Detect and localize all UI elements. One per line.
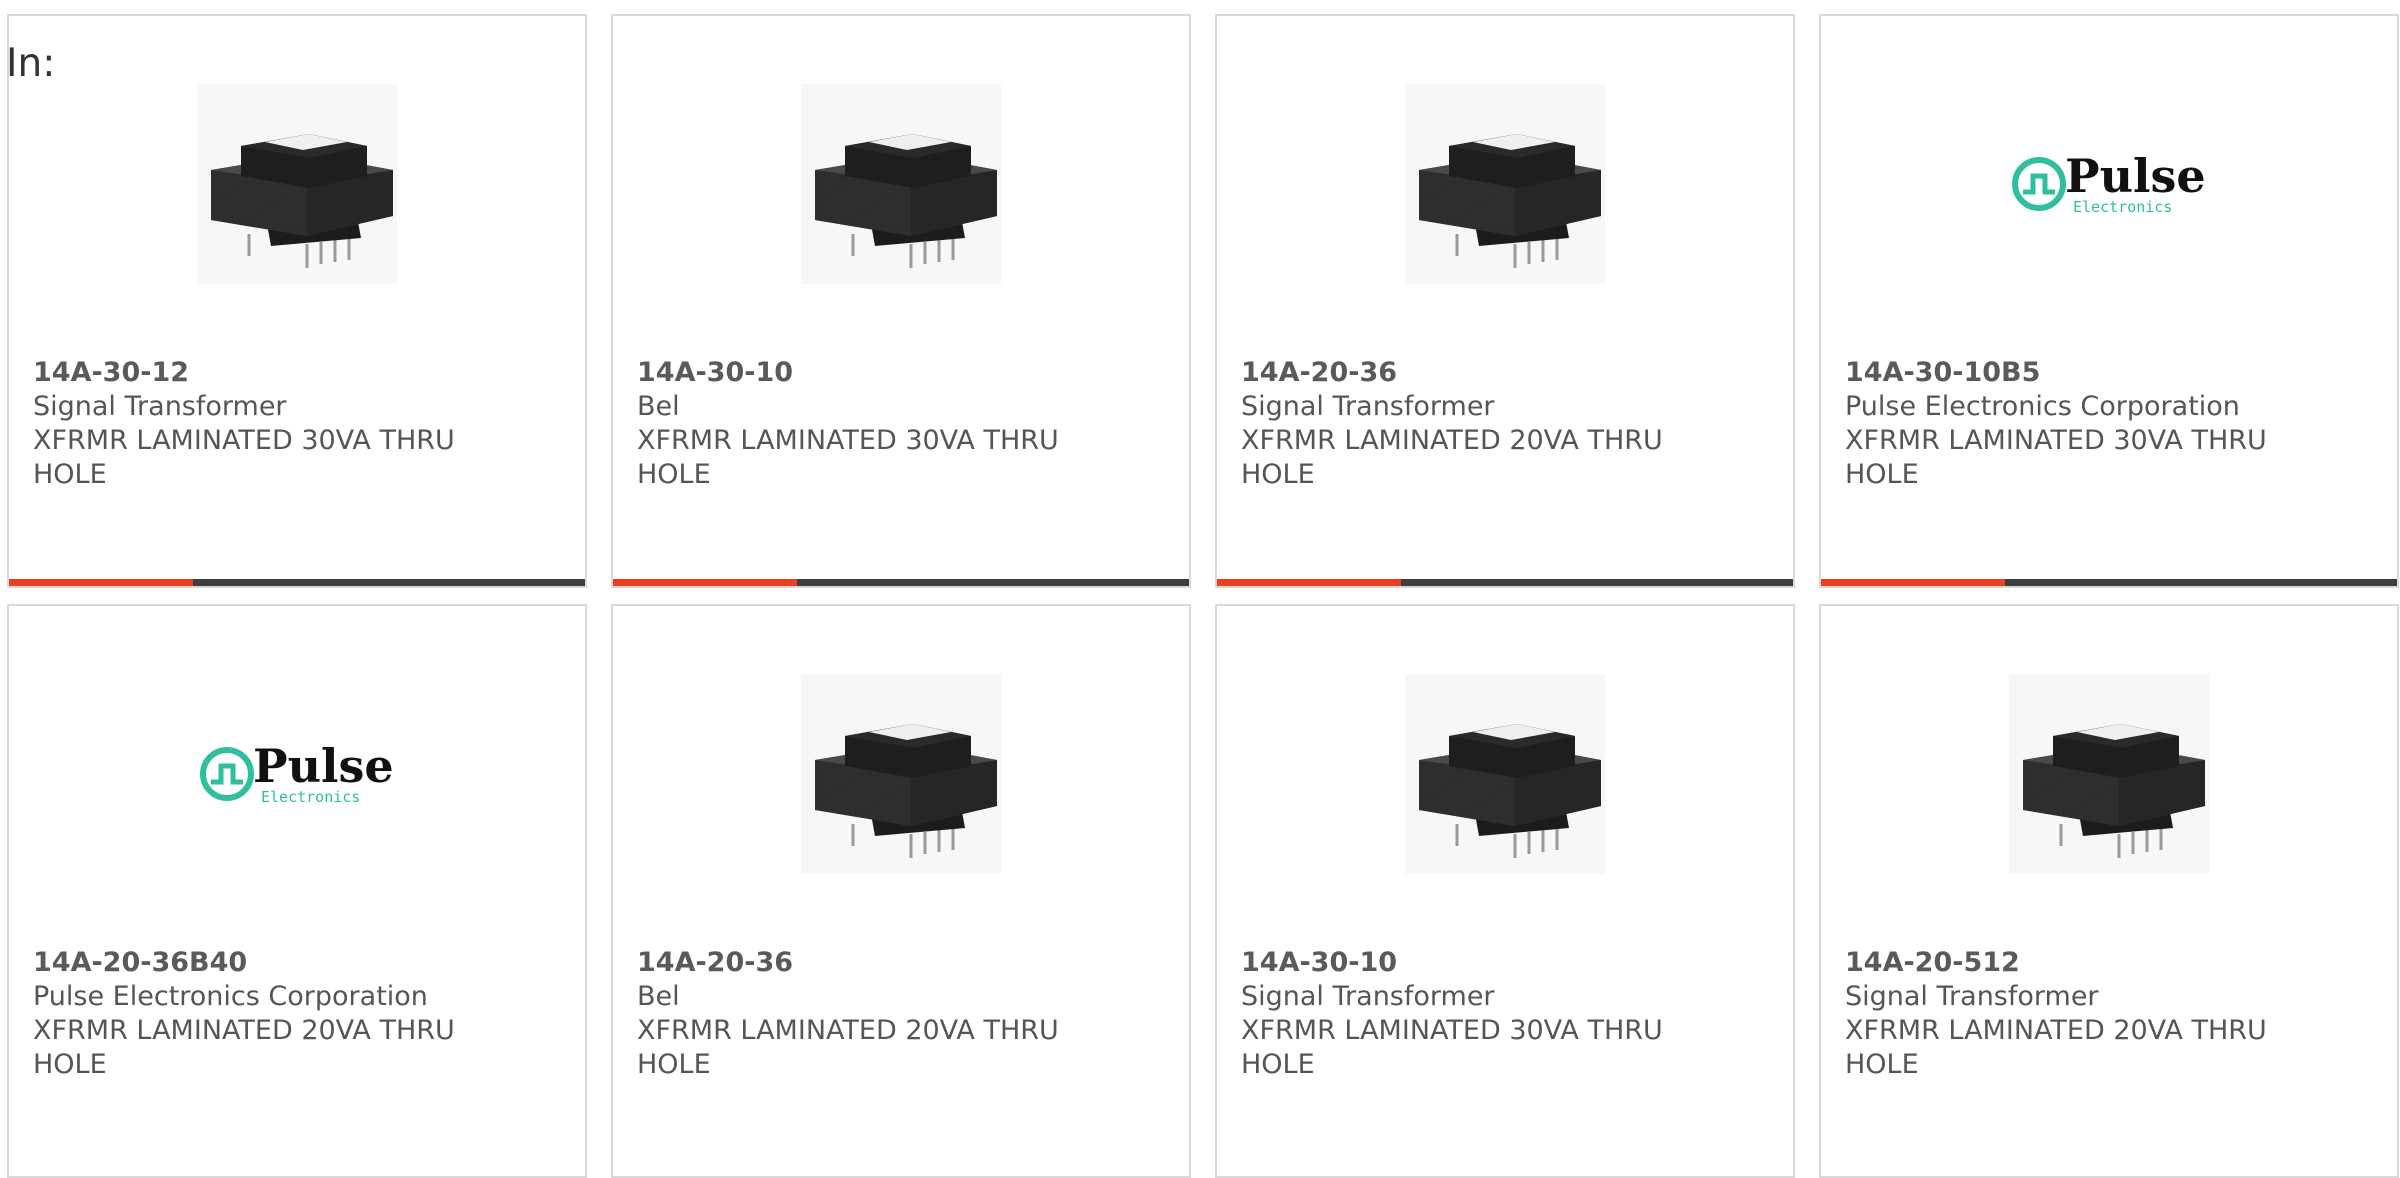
manufacturer: Bel bbox=[637, 981, 680, 1012]
pulse-electronics-logo[interactable]: Pulse Electronics bbox=[2009, 84, 2209, 284]
manufacturer: Pulse Electronics Corporation bbox=[1845, 391, 2240, 422]
product-description: XFRMR LAMINATED 20VA THRU HOLE bbox=[1845, 1015, 2267, 1080]
transformer-image[interactable] bbox=[801, 674, 1001, 874]
svg-text:Electronics: Electronics bbox=[261, 788, 360, 806]
card-progress-bar bbox=[613, 579, 1189, 586]
product-card[interactable]: 14A-20-36 Signal Transformer XFRMR LAMINAT… bbox=[1215, 14, 1795, 588]
product-info: 14A-20-36 Bel XFRMR LAMINATED 20VA THRU HO… bbox=[637, 946, 1165, 1082]
manufacturer: Pulse Electronics Corporation bbox=[33, 981, 428, 1012]
card-progress-bar bbox=[1217, 579, 1793, 586]
part-number[interactable]: 14A-20-36 bbox=[1241, 356, 1769, 390]
card-progress-fill bbox=[1217, 579, 1402, 586]
product-info: 14A-20-36B40 Pulse Electronics Corporatio… bbox=[33, 946, 561, 1082]
product-info: 14A-20-512 Signal Transformer XFRMR LAMINA… bbox=[1845, 946, 2373, 1082]
product-info: 14A-30-10B5 Pulse Electronics Corporation… bbox=[1845, 356, 2373, 492]
transformer-image[interactable] bbox=[197, 84, 397, 284]
card-progress-fill bbox=[1821, 579, 2006, 586]
product-card[interactable]: Pulse Electronics 14A-20-36B40 Pulse Elec… bbox=[7, 604, 587, 1178]
product-description: XFRMR LAMINATED 30VA THRU HOLE bbox=[33, 425, 455, 490]
card-progress-fill bbox=[9, 579, 194, 586]
product-info: 14A-30-10 Signal Transformer XFRMR LAMINAT… bbox=[1241, 946, 1769, 1082]
product-info: 14A-30-12 Signal Transformer XFRMR LAMINAT… bbox=[33, 356, 561, 492]
filter-label: In: bbox=[6, 41, 56, 86]
product-description: XFRMR LAMINATED 30VA THRU HOLE bbox=[1241, 1015, 1663, 1080]
product-card[interactable]: 14A-20-512 Signal Transformer XFRMR LAMINA… bbox=[1819, 604, 2399, 1178]
product-info: 14A-20-36 Signal Transformer XFRMR LAMINAT… bbox=[1241, 356, 1769, 492]
product-description: XFRMR LAMINATED 30VA THRU HOLE bbox=[1845, 425, 2267, 490]
svg-text:Pulse: Pulse bbox=[2065, 149, 2206, 203]
manufacturer: Bel bbox=[637, 391, 680, 422]
product-description: XFRMR LAMINATED 20VA THRU HOLE bbox=[637, 1015, 1059, 1080]
card-progress-fill bbox=[613, 579, 798, 586]
manufacturer: Signal Transformer bbox=[1241, 391, 1495, 422]
transformer-image[interactable] bbox=[1405, 84, 1605, 284]
card-progress-bar bbox=[9, 579, 585, 586]
part-number[interactable]: 14A-30-10B5 bbox=[1845, 356, 2373, 390]
part-number[interactable]: 14A-30-10 bbox=[1241, 946, 1769, 980]
manufacturer: Signal Transformer bbox=[1241, 981, 1495, 1012]
product-card[interactable]: 14A-30-10 Bel XFRMR LAMINATED 30VA THRU HO… bbox=[611, 14, 1191, 588]
part-number[interactable]: 14A-20-512 bbox=[1845, 946, 2373, 980]
product-card[interactable]: Pulse Electronics 14A-30-10B5 Pulse Elect… bbox=[1819, 14, 2399, 588]
transformer-image[interactable] bbox=[801, 84, 1001, 284]
product-description: XFRMR LAMINATED 20VA THRU HOLE bbox=[1241, 425, 1663, 490]
product-info: 14A-30-10 Bel XFRMR LAMINATED 30VA THRU HO… bbox=[637, 356, 1165, 492]
product-description: XFRMR LAMINATED 30VA THRU HOLE bbox=[637, 425, 1059, 490]
product-grid: 14A-30-12 Signal Transformer XFRMR LAMINAT… bbox=[7, 14, 2399, 1178]
svg-text:Pulse: Pulse bbox=[253, 739, 394, 793]
product-card[interactable]: 14A-20-36 Bel XFRMR LAMINATED 20VA THRU HO… bbox=[611, 604, 1191, 1178]
product-description: XFRMR LAMINATED 20VA THRU HOLE bbox=[33, 1015, 455, 1080]
manufacturer: Signal Transformer bbox=[1845, 981, 2099, 1012]
product-card[interactable]: 14A-30-10 Signal Transformer XFRMR LAMINAT… bbox=[1215, 604, 1795, 1178]
card-progress-bar bbox=[1821, 579, 2397, 586]
part-number[interactable]: 14A-20-36B40 bbox=[33, 946, 561, 980]
part-number[interactable]: 14A-30-12 bbox=[33, 356, 561, 390]
transformer-image[interactable] bbox=[2009, 674, 2209, 874]
part-number[interactable]: 14A-30-10 bbox=[637, 356, 1165, 390]
transformer-image[interactable] bbox=[1405, 674, 1605, 874]
part-number[interactable]: 14A-20-36 bbox=[637, 946, 1165, 980]
svg-text:Electronics: Electronics bbox=[2073, 198, 2172, 216]
manufacturer: Signal Transformer bbox=[33, 391, 287, 422]
pulse-electronics-logo[interactable]: Pulse Electronics bbox=[197, 674, 397, 874]
product-card[interactable]: 14A-30-12 Signal Transformer XFRMR LAMINAT… bbox=[7, 14, 587, 588]
